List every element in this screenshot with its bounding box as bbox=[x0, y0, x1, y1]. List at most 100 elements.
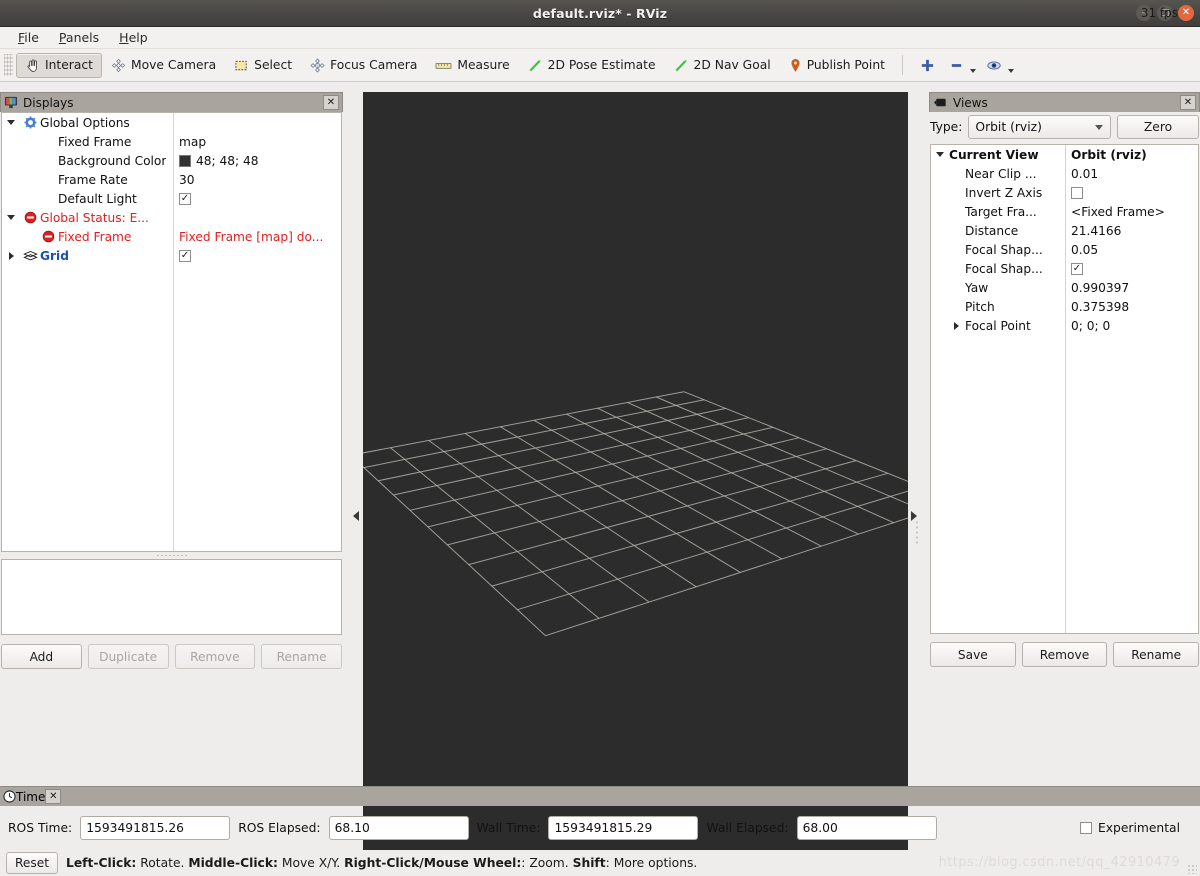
views-row[interactable]: Near Clip ... bbox=[931, 164, 1198, 183]
add-button[interactable]: Add bbox=[1, 644, 82, 669]
displays-row-value[interactable]: ✓ bbox=[179, 189, 191, 208]
views-row[interactable]: Current View bbox=[931, 145, 1198, 164]
duplicate-button[interactable]: Duplicate bbox=[88, 644, 169, 669]
experimental-checkbox[interactable] bbox=[1080, 822, 1092, 834]
chevron-down-icon bbox=[1095, 125, 1103, 130]
views-row[interactable]: Invert Z Axis bbox=[931, 183, 1198, 202]
render-viewport-3d[interactable] bbox=[363, 92, 908, 862]
toolbar-grip[interactable] bbox=[4, 54, 13, 76]
displays-close-button[interactable]: ✕ bbox=[323, 95, 339, 110]
tool-2d-pose-estimate[interactable]: 2D Pose Estimate bbox=[519, 53, 665, 78]
expand-arrow-icon[interactable] bbox=[7, 120, 15, 125]
displays-row[interactable]: Default Light bbox=[2, 189, 341, 208]
checkbox[interactable]: ✓ bbox=[179, 250, 191, 262]
views-tree[interactable]: Current ViewNear Clip ...Invert Z AxisTa… bbox=[930, 144, 1199, 634]
rename-view-button[interactable]: Rename bbox=[1113, 642, 1199, 667]
displays-row[interactable]: Frame Rate bbox=[2, 170, 341, 189]
chevron-down-icon[interactable] bbox=[970, 69, 976, 73]
views-row-value[interactable]: 0; 0; 0 bbox=[1071, 316, 1110, 335]
value-text: Orbit (rviz) bbox=[1071, 148, 1147, 162]
views-row[interactable]: Yaw bbox=[931, 278, 1198, 297]
displays-row-label: Frame Rate bbox=[58, 173, 128, 187]
displays-row[interactable]: Global Status: E... bbox=[2, 208, 341, 227]
close-button[interactable]: ✕ bbox=[1178, 5, 1194, 21]
remove-display-button[interactable]: Remove bbox=[175, 644, 256, 669]
views-row-value[interactable]: Orbit (rviz) bbox=[1071, 145, 1147, 164]
displays-row[interactable]: Background Color bbox=[2, 151, 341, 170]
tool-focus-camera[interactable]: Focus Camera bbox=[301, 53, 426, 78]
displays-splitter[interactable] bbox=[1, 553, 342, 558]
collapse-arrow-icon[interactable] bbox=[9, 252, 14, 260]
tool-select[interactable]: Select bbox=[225, 53, 301, 78]
views-row[interactable]: Distance bbox=[931, 221, 1198, 240]
tool-2d-nav-goal[interactable]: 2D Nav Goal bbox=[665, 53, 780, 78]
expand-arrow-icon[interactable] bbox=[7, 215, 15, 220]
time-close-button[interactable]: ✕ bbox=[45, 789, 61, 804]
expand-arrow-icon[interactable] bbox=[936, 152, 944, 157]
tree-twig[interactable] bbox=[931, 152, 949, 157]
save-view-button[interactable]: Save bbox=[930, 642, 1016, 667]
views-row-value[interactable]: 0.05 bbox=[1071, 240, 1098, 259]
displays-row-value[interactable]: 48; 48; 48 bbox=[179, 151, 259, 170]
experimental-row: Experimental bbox=[1080, 821, 1192, 835]
tool-move-camera[interactable]: Move Camera bbox=[102, 53, 225, 78]
views-row-value[interactable] bbox=[1071, 183, 1083, 202]
displays-row[interactable]: Global Options bbox=[2, 113, 341, 132]
checkbox[interactable]: ✓ bbox=[179, 193, 191, 205]
rviz-window: default.rviz* - RViz – □ ✕ File Panels H… bbox=[0, 0, 1200, 876]
displays-tree[interactable]: Global OptionsFixed FrameBackground Colo… bbox=[1, 112, 342, 552]
zero-button[interactable]: Zero bbox=[1117, 115, 1199, 139]
tool-interact[interactable]: Interact bbox=[16, 53, 102, 78]
menu-panels[interactable]: Panels bbox=[49, 28, 109, 47]
views-row[interactable]: Pitch bbox=[931, 297, 1198, 316]
displays-row-value[interactable]: ✓ bbox=[179, 246, 191, 265]
views-row-value[interactable]: ✓ bbox=[1071, 259, 1083, 278]
minus-icon bbox=[949, 58, 964, 73]
views-row-value[interactable]: 21.4166 bbox=[1071, 221, 1121, 240]
views-row-value[interactable]: 0.990397 bbox=[1071, 278, 1129, 297]
tool-remove-view[interactable] bbox=[944, 53, 981, 78]
time-panel-title: Time bbox=[16, 790, 45, 804]
camera-icon bbox=[933, 97, 948, 108]
views-row-value[interactable]: 0.375398 bbox=[1071, 297, 1129, 316]
views-row-value[interactable]: <Fixed Frame> bbox=[1071, 202, 1165, 221]
views-row-value[interactable]: 0.01 bbox=[1071, 164, 1098, 183]
collapse-arrow-icon[interactable] bbox=[954, 322, 959, 330]
views-row[interactable]: Focal Shap... bbox=[931, 259, 1198, 278]
view-type-select[interactable]: Orbit (rviz) bbox=[968, 115, 1111, 139]
views-row-label: Pitch bbox=[965, 300, 995, 314]
chevron-down-icon[interactable] bbox=[1008, 69, 1014, 73]
tool-publish-point[interactable]: Publish Point bbox=[780, 53, 894, 78]
displays-row-value[interactable]: map bbox=[179, 132, 206, 151]
menu-file[interactable]: File bbox=[8, 28, 49, 47]
views-row[interactable]: Focal Shap... bbox=[931, 240, 1198, 259]
color-swatch bbox=[179, 155, 191, 167]
tool-visibility[interactable] bbox=[981, 53, 1019, 78]
resize-grip[interactable] bbox=[1187, 864, 1197, 874]
displays-row[interactable]: Fixed Frame bbox=[2, 132, 341, 151]
reset-button[interactable]: Reset bbox=[6, 852, 58, 874]
value-text: 0; 0; 0 bbox=[1071, 319, 1110, 333]
tool-measure[interactable]: Measure bbox=[426, 53, 518, 78]
wall-elapsed-input[interactable]: 68.00 bbox=[797, 816, 937, 840]
displays-row-value[interactable]: 30 bbox=[179, 170, 195, 189]
views-close-button[interactable]: ✕ bbox=[1180, 95, 1196, 110]
wall-time-input[interactable]: 1593491815.29 bbox=[548, 816, 698, 840]
ros-elapsed-input[interactable]: 68.10 bbox=[329, 816, 469, 840]
tool-add-view[interactable] bbox=[911, 53, 944, 78]
checkbox[interactable] bbox=[1071, 187, 1083, 199]
displays-row[interactable]: Grid bbox=[2, 246, 341, 265]
views-row[interactable]: Focal Point bbox=[931, 316, 1198, 335]
left-splitter-handle[interactable] bbox=[350, 506, 362, 526]
menu-help[interactable]: Help bbox=[109, 28, 158, 47]
checkbox[interactable]: ✓ bbox=[1071, 263, 1083, 275]
view-type-value: Orbit (rviz) bbox=[975, 120, 1042, 134]
displays-row-value[interactable]: Fixed Frame [map] do... bbox=[179, 227, 323, 246]
tree-twig[interactable] bbox=[2, 252, 20, 260]
rename-display-button[interactable]: Rename bbox=[261, 644, 342, 669]
remove-view-button[interactable]: Remove bbox=[1022, 642, 1108, 667]
tree-twig[interactable] bbox=[2, 215, 20, 220]
tree-twig[interactable] bbox=[947, 322, 965, 330]
tree-twig[interactable] bbox=[2, 120, 20, 125]
ros-time-input[interactable]: 1593491815.26 bbox=[80, 816, 230, 840]
